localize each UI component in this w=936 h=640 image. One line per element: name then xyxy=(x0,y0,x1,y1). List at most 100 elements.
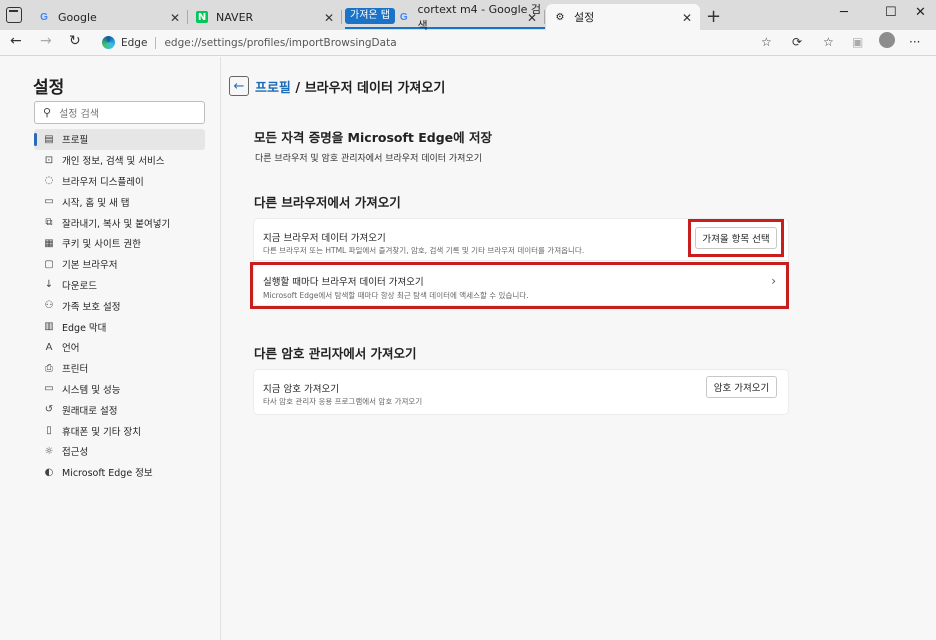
tab-title: 설정 xyxy=(574,11,595,24)
edge-icon: ◐ xyxy=(44,466,54,478)
search-placeholder: 설정 검색 xyxy=(59,109,100,120)
sidebar-item-label: 프린터 xyxy=(62,364,89,376)
tab-google[interactable]: G Google ✕ xyxy=(30,4,188,30)
sidebar-item-label: Microsoft Edge 정보 xyxy=(62,468,153,480)
favorites-icon[interactable]: ☆ xyxy=(823,35,834,49)
sidebar-item-downloads[interactable]: ↓ 다운로드 xyxy=(34,275,205,296)
edge-bar-icon: ▥ xyxy=(44,321,54,333)
tab-title: Google xyxy=(58,10,97,24)
phone-icon: ▯ xyxy=(46,425,52,437)
google-icon: G xyxy=(399,11,408,23)
sidebar-item-edge-bar[interactable]: ▥ Edge 막대 xyxy=(34,316,205,337)
import-passwords-row: 지금 암호 가져오기 타사 암호 관리자 응용 프로그램에서 암호 가져오기 암… xyxy=(254,370,788,414)
sidebar-item-label: 쿠키 및 사이트 권한 xyxy=(62,239,141,251)
printer-icon: ⎙ xyxy=(45,362,53,374)
collections-icon[interactable]: ▣ xyxy=(852,35,863,49)
forward-nav-button[interactable]: → xyxy=(40,33,52,49)
favorite-star-icon[interactable]: ☆ xyxy=(761,35,772,49)
import-passwords-button[interactable]: 암호 가져오기 xyxy=(706,376,777,398)
sidebar-item-label: 개인 정보, 검색 및 서비스 xyxy=(62,156,165,168)
download-icon: ↓ xyxy=(44,279,54,291)
sidebar-item-label: 시스템 및 성능 xyxy=(62,384,121,396)
sidebar-item-label: 언어 xyxy=(62,343,80,355)
search-input[interactable]: ⚲ 설정 검색 xyxy=(34,101,205,124)
section-password-import-title: 다른 암호 관리자에서 가져오기 xyxy=(254,346,417,361)
naver-icon: N xyxy=(196,11,208,23)
import-now-subtitle: 다른 브라우저 또는 HTML 파일에서 즐겨찾기, 암호, 검색 기록 및 기… xyxy=(263,246,585,255)
window-close-button[interactable]: ✕ xyxy=(915,5,926,20)
sidebar-item-label: 프로필 xyxy=(62,135,89,147)
tab-settings[interactable]: ⚙ 설정 ✕ xyxy=(546,4,700,30)
close-icon[interactable]: ✕ xyxy=(527,11,537,25)
sidebar-item-label: 원래대로 설정 xyxy=(62,405,118,417)
sidebar-item-reset[interactable]: ↺ 원래대로 설정 xyxy=(34,399,205,420)
address-divider xyxy=(155,36,157,49)
highlight-box-import-on-launch xyxy=(250,262,789,309)
password-import-card: 지금 암호 가져오기 타사 암호 관리자 응용 프로그램에서 암호 가져오기 암… xyxy=(254,370,788,414)
address-brand: Edge xyxy=(121,36,148,49)
language-icon: A xyxy=(45,341,53,353)
refresh-button[interactable]: ↻ xyxy=(69,33,81,49)
sidebar-item-phone[interactable]: ▯ 휴대폰 및 기타 장치 xyxy=(34,420,205,441)
sidebar-item-accessibility[interactable]: ☼ 접근성 xyxy=(34,441,205,462)
clipboard-icon: ⧉ xyxy=(45,217,53,229)
breadcrumb-profile-link[interactable]: 프로필 xyxy=(255,81,291,96)
hero-title: 모든 자격 증명을 Microsoft Edge에 저장 xyxy=(254,130,492,145)
sidebar-menu: ▤ 프로필 ⊡ 개인 정보, 검색 및 서비스 ◌ 브라우저 디스플레이 ▭ 시작, 홈… xyxy=(34,129,205,483)
sidebar-item-appearance[interactable]: ◌ 브라우저 디스플레이 xyxy=(34,171,205,192)
sidebar-title: 설정 xyxy=(33,78,65,98)
home-icon: ▭ xyxy=(44,196,54,208)
sidebar-item-start-home[interactable]: ▭ 시작, 홈 및 새 탭 xyxy=(34,191,205,212)
tab-google-search[interactable]: G cortext m4 - Google 검색 ✕ xyxy=(390,3,545,32)
sidebar-item-profile[interactable]: ▤ 프로필 xyxy=(34,129,205,150)
profile-icon: ▤ xyxy=(44,133,54,145)
import-passwords-subtitle: 타사 암호 관리자 응용 프로그램에서 암호 가져오기 xyxy=(263,397,423,406)
sidebar-item-label: Edge 막대 xyxy=(62,322,107,334)
close-icon[interactable]: ✕ xyxy=(682,11,692,25)
sidebar-item-label: 가족 보호 설정 xyxy=(62,301,121,313)
new-tab-button[interactable]: + xyxy=(706,6,721,27)
gear-icon: ⚙ xyxy=(555,11,565,23)
search-icon: ⚲ xyxy=(43,106,52,119)
hero-subtitle: 다른 브라우저 및 암호 관리자에서 브라우저 데이터 가져오기 xyxy=(255,154,483,164)
sidebar-item-family[interactable]: ⚇ 가족 보호 설정 xyxy=(34,295,205,316)
tab-group-label[interactable]: 가져온 탭 xyxy=(345,8,395,24)
close-icon[interactable]: ✕ xyxy=(170,11,180,25)
edge-icon xyxy=(102,36,115,49)
back-nav-button[interactable]: ← xyxy=(10,33,22,49)
sidebar-item-label: 다운로드 xyxy=(62,280,97,292)
avatar[interactable] xyxy=(879,32,895,48)
settings-main: ← 프로필 / 브라우저 데이터 가져오기 모든 자격 증명을 Microsof… xyxy=(222,57,936,640)
title-bar: G Google ✕ N NAVER ✕ 가져온 탭 G cortext m4 … xyxy=(0,0,936,32)
section-browser-import-title: 다른 브라우저에서 가져오기 xyxy=(254,195,401,210)
address-bar[interactable]: Edge edge://settings/profiles/importBrow… xyxy=(96,32,780,53)
sidebar-item-about[interactable]: ◐ Microsoft Edge 정보 xyxy=(34,462,205,483)
breadcrumb-current: / 브라우저 데이터 가져오기 xyxy=(290,81,446,96)
tab-naver[interactable]: N NAVER ✕ xyxy=(188,4,342,30)
maximize-button[interactable]: ☐ xyxy=(885,5,897,20)
sidebar-item-privacy[interactable]: ⊡ 개인 정보, 검색 및 서비스 xyxy=(34,150,205,171)
palette-icon: ◌ xyxy=(44,175,54,187)
sidebar-item-system[interactable]: ▭ 시스템 및 성능 xyxy=(34,379,205,400)
cookie-icon: ▦ xyxy=(44,237,54,249)
sidebar-item-default-browser[interactable]: ▢ 기본 브라우저 xyxy=(34,254,205,275)
sidebar-item-cookies[interactable]: ▦ 쿠키 및 사이트 권한 xyxy=(34,233,205,254)
minimize-button[interactable]: ─ xyxy=(840,5,848,20)
sidebar-item-languages[interactable]: A 언어 xyxy=(34,337,205,358)
sidebar-item-printers[interactable]: ⎙ 프린터 xyxy=(34,358,205,379)
sidebar-item-label: 휴대폰 및 기타 장치 xyxy=(62,426,141,438)
tab-actions-icon[interactable] xyxy=(6,7,22,23)
breadcrumb: 프로필 / 브라우저 데이터 가져오기 xyxy=(255,77,445,96)
sidebar-item-label: 잘라내기, 복사 및 붙여넣기 xyxy=(62,218,171,230)
back-button[interactable]: ← xyxy=(229,76,249,96)
sidebar-item-share-copy-paste[interactable]: ⧉ 잘라내기, 복사 및 붙여넣기 xyxy=(34,212,205,233)
extensions-icon[interactable]: ⟳ xyxy=(792,35,802,49)
sidebar-item-label: 시작, 홈 및 새 탭 xyxy=(62,197,130,209)
more-menu-icon[interactable]: ··· xyxy=(909,35,920,49)
lock-icon: ⊡ xyxy=(44,154,54,166)
highlight-box-import-button xyxy=(688,219,784,257)
close-icon[interactable]: ✕ xyxy=(324,11,334,25)
sidebar-item-label: 접근성 xyxy=(62,447,89,459)
sidebar-item-label: 기본 브라우저 xyxy=(62,260,118,272)
tab-title: cortext m4 - Google 검색 xyxy=(417,3,542,32)
